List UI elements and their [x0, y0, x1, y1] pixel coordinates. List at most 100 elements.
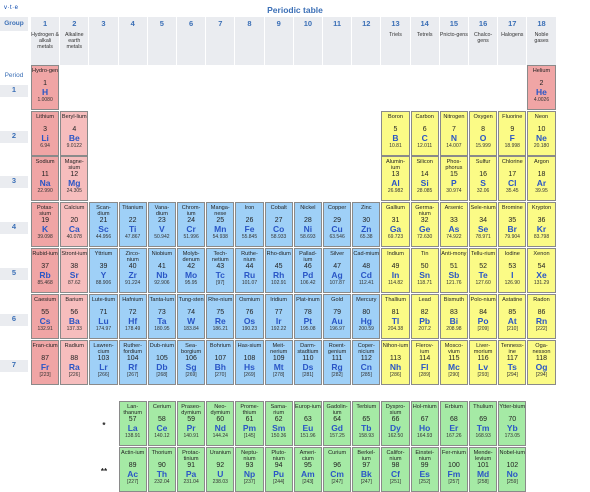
- element-cell-c[interactable]: Carbon 6 C 12.011: [410, 111, 439, 156]
- group-header-10[interactable]: 10: [293, 17, 322, 31]
- element-cell-db[interactable]: Dub-nium 105 Db [268]: [147, 340, 176, 385]
- group-header-18[interactable]: 18: [527, 17, 556, 31]
- element-cell-n[interactable]: Nitrogen 7 N 14.007: [439, 111, 468, 156]
- element-cell-ne[interactable]: Neon 10 Ne 20.180: [527, 111, 556, 156]
- group-header-12[interactable]: 12: [352, 17, 381, 31]
- element-cell-nb[interactable]: Niobium 41 Nb 92.906: [147, 248, 176, 293]
- element-cell-hs[interactable]: Has-sium 108 Hs [269]: [235, 340, 264, 385]
- element-cell-re[interactable]: Rhe-nium 75 Re 186.21: [206, 294, 235, 339]
- group-header-6[interactable]: 6: [177, 17, 206, 31]
- group-header-4[interactable]: 4: [118, 17, 147, 31]
- element-cell-te[interactable]: Tellu-rium 52 Te 127.60: [469, 248, 498, 293]
- element-cell-rb[interactable]: Rubid-ium 37 Rb 85.468: [31, 248, 60, 293]
- element-cell-rn[interactable]: Radon 86 Rn [222]: [527, 294, 556, 339]
- element-cell-f[interactable]: Fluorine 9 F 18.998: [498, 111, 527, 156]
- element-cell-mn[interactable]: Manga-nese 25 Mn 54.938: [206, 202, 235, 247]
- element-cell-eu[interactable]: Europ-ium 63 Eu 151.96: [293, 401, 322, 446]
- element-cell-cu[interactable]: Copper 29 Cu 63.546: [323, 202, 352, 247]
- element-cell-cs[interactable]: Caesium 55 Cs 132.91: [31, 294, 60, 339]
- element-cell-ni[interactable]: Nickel 28 Ni 58.693: [293, 202, 322, 247]
- period-header-5[interactable]: 5: [0, 268, 28, 280]
- element-cell-co[interactable]: Cobalt 27 Co 58.933: [264, 202, 293, 247]
- element-cell-ru[interactable]: Ruthe-nium 44 Ru 101.07: [235, 248, 264, 293]
- element-cell-og[interactable]: Oga-nesson 118 Og [294]: [527, 340, 556, 385]
- element-cell-np[interactable]: Neptu-nium 93 Np [237]: [235, 447, 264, 492]
- element-cell-es[interactable]: Einstei-nium 99 Es [252]: [410, 447, 439, 492]
- element-cell-pm[interactable]: Prome-thium 61 Pm [145]: [235, 401, 264, 446]
- element-cell-mt[interactable]: Meit-nerium 109 Mt [278]: [264, 340, 293, 385]
- element-cell-sm[interactable]: Sama-rium 62 Sm 150.36: [264, 401, 293, 446]
- element-cell-rg[interactable]: Roent-genium 111 Rg [282]: [323, 340, 352, 385]
- group-header-7[interactable]: 7: [206, 17, 235, 31]
- element-cell-os[interactable]: Osmium 76 Os 190.23: [235, 294, 264, 339]
- element-cell-ts[interactable]: Tenness-ine 117 Ts [294]: [498, 340, 527, 385]
- element-cell-mo[interactable]: Molyb-denum 42 Mo 95.95: [177, 248, 206, 293]
- element-cell-hf[interactable]: Hafnium 72 Hf 178.49: [118, 294, 147, 339]
- element-cell-nh[interactable]: Nihon-ium 113 Nh [286]: [381, 340, 410, 385]
- element-cell-al[interactable]: Alumin-ium 13 Al 26.982: [381, 156, 410, 201]
- element-cell-am[interactable]: Ameri-cium 95 Am [243]: [293, 447, 322, 492]
- element-cell-ho[interactable]: Hol-mium 67 Ho 164.93: [410, 401, 439, 446]
- element-cell-gd[interactable]: Gadolin-ium 64 Gd 157.25: [323, 401, 352, 446]
- element-cell-rf[interactable]: Ruther-fordium 104 Rf [267]: [118, 340, 147, 385]
- element-cell-cd[interactable]: Cad-mium 48 Cd 112.41: [352, 248, 381, 293]
- group-header-2[interactable]: 2: [60, 17, 89, 31]
- element-cell-nd[interactable]: Neo-dymium 60 Nd 144.24: [206, 401, 235, 446]
- element-cell-cm[interactable]: Curium 96 Cm [247]: [323, 447, 352, 492]
- element-cell-cl[interactable]: Chlorine 17 Cl 35.45: [498, 156, 527, 201]
- element-cell-no[interactable]: Nobel-ium 102 No [259]: [498, 447, 527, 492]
- period-header-2[interactable]: 2: [0, 131, 28, 143]
- element-cell-p[interactable]: Phos-phorus 15 P 30.974: [439, 156, 468, 201]
- element-cell-xe[interactable]: Xenon 54 Xe 131.29: [527, 248, 556, 293]
- element-cell-bi[interactable]: Bismuth 83 Bi 208.98: [439, 294, 468, 339]
- element-cell-yb[interactable]: Ytter-bium 70 Yb 173.05: [498, 401, 527, 446]
- group-header-17[interactable]: 17: [498, 17, 527, 31]
- element-cell-pa[interactable]: Protac-tinium 91 Pa 231.04: [177, 447, 206, 492]
- element-cell-as[interactable]: Arsenic 33 As 74.922: [439, 202, 468, 247]
- group-header-9[interactable]: 9: [264, 17, 293, 31]
- element-cell-ce[interactable]: Cerium 58 Ce 140.12: [147, 401, 176, 446]
- element-cell-cn[interactable]: Coper-nicium 112 Cn [285]: [352, 340, 381, 385]
- element-cell-kr[interactable]: Krypton 36 Kr 83.798: [527, 202, 556, 247]
- element-cell-pd[interactable]: Pallad-ium 46 Pd 106.42: [293, 248, 322, 293]
- period-header-1[interactable]: 1: [0, 85, 28, 97]
- element-cell-md[interactable]: Mende-levium 101 Md [258]: [469, 447, 498, 492]
- element-cell-h[interactable]: Hydro-gen 1 H 1.0080: [31, 65, 60, 110]
- element-cell-i[interactable]: Iodine 53 I 126.90: [498, 248, 527, 293]
- element-cell-ir[interactable]: Iridium 77 Ir 192.22: [264, 294, 293, 339]
- element-cell-ga[interactable]: Gallium 31 Ga 69.723: [381, 202, 410, 247]
- element-cell-sg[interactable]: Sea-borgium 106 Sg [269]: [177, 340, 206, 385]
- element-cell-zr[interactable]: Zirco-nium 40 Zr 91.224: [118, 248, 147, 293]
- element-cell-si[interactable]: Silicon 14 Si 28.085: [410, 156, 439, 201]
- element-cell-s[interactable]: Sulfur 16 S 32.06: [469, 156, 498, 201]
- group-header-3[interactable]: 3: [89, 17, 118, 31]
- element-cell-mc[interactable]: Mosco-vium 115 Mc [290]: [439, 340, 468, 385]
- element-cell-tl[interactable]: Thallium 81 Tl 204.38: [381, 294, 410, 339]
- group-header-15[interactable]: 15: [439, 17, 468, 31]
- element-cell-k[interactable]: Potas-sium 19 K 39.098: [31, 202, 60, 247]
- element-cell-pu[interactable]: Pluto-nium 94 Pu [244]: [264, 447, 293, 492]
- element-cell-lr[interactable]: Lawren-cium 103 Lr [266]: [89, 340, 118, 385]
- element-cell-sb[interactable]: Anti-mony 51 Sb 121.76: [439, 248, 468, 293]
- element-cell-pb[interactable]: Lead 82 Pb 207.2: [410, 294, 439, 339]
- element-cell-se[interactable]: Sele-nium 34 Se 78.971: [469, 202, 498, 247]
- element-cell-zn[interactable]: Zinc 30 Zn 65.38: [352, 202, 381, 247]
- element-cell-v[interactable]: Vana-dium 23 V 50.942: [147, 202, 176, 247]
- group-header-11[interactable]: 11: [323, 17, 352, 31]
- element-cell-ge[interactable]: Germa-nium 32 Ge 72.630: [410, 202, 439, 247]
- element-cell-au[interactable]: Gold 79 Au 196.97: [323, 294, 352, 339]
- element-cell-fl[interactable]: Flerov-ium 114 Fl [289]: [410, 340, 439, 385]
- group-header-5[interactable]: 5: [147, 17, 176, 31]
- element-cell-er[interactable]: Erbium 68 Er 167.26: [439, 401, 468, 446]
- element-cell-sc[interactable]: Scan-dium 21 Sc 44.956: [89, 202, 118, 247]
- element-cell-ta[interactable]: Tanta-lum 73 Ta 180.95: [147, 294, 176, 339]
- element-cell-at[interactable]: Astatine 85 At [210]: [498, 294, 527, 339]
- element-cell-br[interactable]: Bromine 35 Br 79.904: [498, 202, 527, 247]
- element-cell-mg[interactable]: Magne-sium 12 Mg 24.305: [60, 156, 89, 201]
- element-cell-ti[interactable]: Titanium 22 Ti 47.867: [118, 202, 147, 247]
- element-cell-fr[interactable]: Fran-cium 87 Fr [223]: [31, 340, 60, 385]
- element-cell-ca[interactable]: Calcium 20 Ca 40.078: [60, 202, 89, 247]
- period-header-7[interactable]: 7: [0, 360, 28, 372]
- group-header-8[interactable]: 8: [235, 17, 264, 31]
- element-cell-rh[interactable]: Rho-dium 45 Rh 102.91: [264, 248, 293, 293]
